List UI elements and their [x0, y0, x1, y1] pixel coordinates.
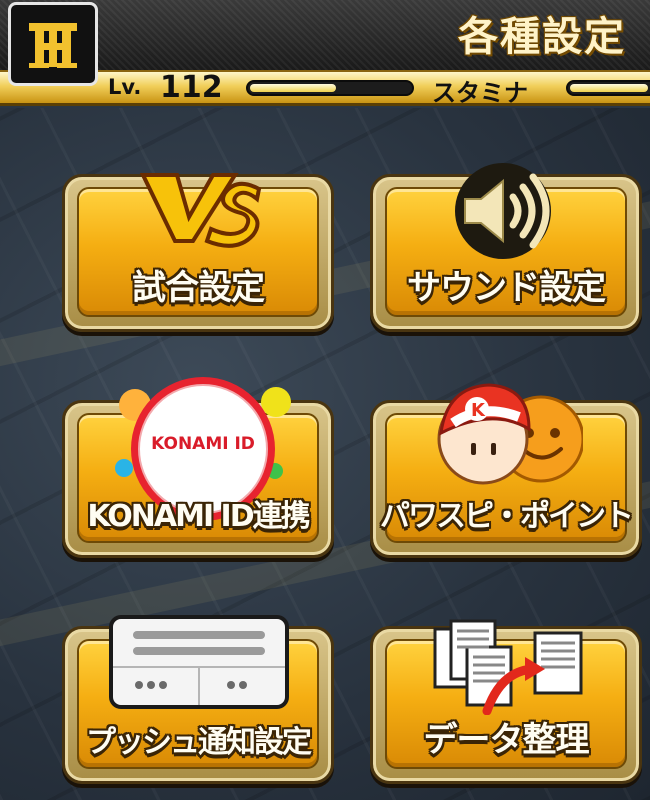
match-settings-label: 試合設定: [132, 268, 265, 308]
pawa-points-label: パワスピ・ポイント: [380, 499, 634, 534]
sound-settings-label: サウンド設定: [407, 268, 606, 308]
level-value: 112: [160, 70, 223, 105]
stamina-gauge: [566, 80, 650, 96]
exp-gauge: [246, 80, 414, 96]
documents-transfer-icon: [433, 619, 583, 715]
match-settings-button[interactable]: 試合設定: [62, 173, 334, 332]
team-logo-button[interactable]: [8, 2, 98, 86]
stamina-label: スタミナ: [432, 79, 528, 107]
pawa-mascot-icon: K: [437, 383, 583, 485]
pawa-points-button[interactable]: K パワスピ・ポイント: [370, 383, 642, 558]
konami-id-label: KONAMI ID連携: [87, 499, 310, 534]
speaker-icon: [455, 163, 551, 259]
konami-id-button[interactable]: KONAMI ID KONAMI ID連携: [62, 377, 334, 558]
exp-gauge-fill: [250, 84, 337, 92]
konami-badge-text: KONAMI ID: [151, 434, 255, 454]
vs-icon: [139, 173, 262, 248]
team-logo-icon: [29, 23, 77, 68]
page-title: 各種設定: [458, 14, 626, 60]
data-cleanup-label: データ整理: [423, 720, 590, 760]
stamina-gauge-fill: [570, 84, 648, 92]
push-notification-settings-button[interactable]: プッシュ通知設定: [62, 615, 334, 784]
level-prefix: Lv.: [108, 75, 142, 99]
notification-device-icon: [109, 615, 289, 709]
data-cleanup-button[interactable]: データ整理: [370, 619, 642, 784]
sound-settings-button[interactable]: サウンド設定: [370, 163, 642, 332]
push-notification-settings-label: プッシュ通知設定: [86, 725, 312, 760]
cap-letter: K: [471, 400, 486, 421]
decor-dot: [115, 459, 133, 477]
